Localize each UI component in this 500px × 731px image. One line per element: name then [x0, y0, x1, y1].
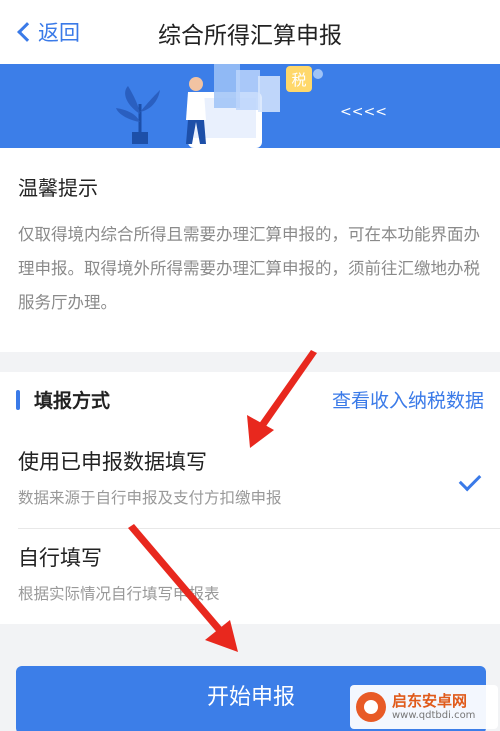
section-title: 填报方式	[34, 390, 111, 412]
section-accent-bar	[16, 390, 20, 410]
watermark: 启东安卓网 www.qdtbdi.com	[350, 685, 498, 729]
banner-illustration: 税 <<<<	[0, 64, 500, 148]
tips-title: 温馨提示	[18, 176, 98, 200]
watermark-url: www.qdtbdi.com	[392, 710, 476, 721]
nav-bar: 返回 综合所得汇算申报	[0, 0, 500, 64]
fill-method-section: 填报方式 查看收入纳税数据 使用已申报数据填写 数据来源于自行申报及支付方扣缴申…	[0, 372, 500, 624]
option-subtitle: 数据来源于自行申报及支付方扣缴申报	[18, 489, 282, 507]
option-manual-fill[interactable]: 自行填写 根据实际情况自行填写申报表	[0, 528, 500, 624]
tips-section: 温馨提示 仅取得境内综合所得且需要办理汇算申报的，可在本功能界面办理申报。取得境…	[0, 148, 500, 352]
banner: 税 <<<<	[0, 64, 500, 148]
tax-badge: 税	[291, 71, 306, 89]
checkmark-icon	[458, 468, 482, 492]
banner-chevrons: <<<<	[340, 104, 387, 120]
watermark-name: 启东安卓网	[392, 692, 468, 710]
option-subtitle: 根据实际情况自行填写申报表	[18, 585, 220, 603]
page-title: 综合所得汇算申报	[158, 23, 342, 49]
option-title: 使用已申报数据填写	[18, 450, 207, 474]
option-title: 自行填写	[18, 546, 102, 570]
tips-body: 仅取得境内综合所得且需要办理汇算申报的，可在本功能界面办理申报。取得境外所得需要…	[18, 225, 480, 312]
view-tax-data-link[interactable]: 查看收入纳税数据	[332, 386, 484, 413]
watermark-logo-icon	[356, 692, 386, 722]
option-use-declared-data[interactable]: 使用已申报数据填写 数据来源于自行申报及支付方扣缴申报	[0, 432, 500, 528]
